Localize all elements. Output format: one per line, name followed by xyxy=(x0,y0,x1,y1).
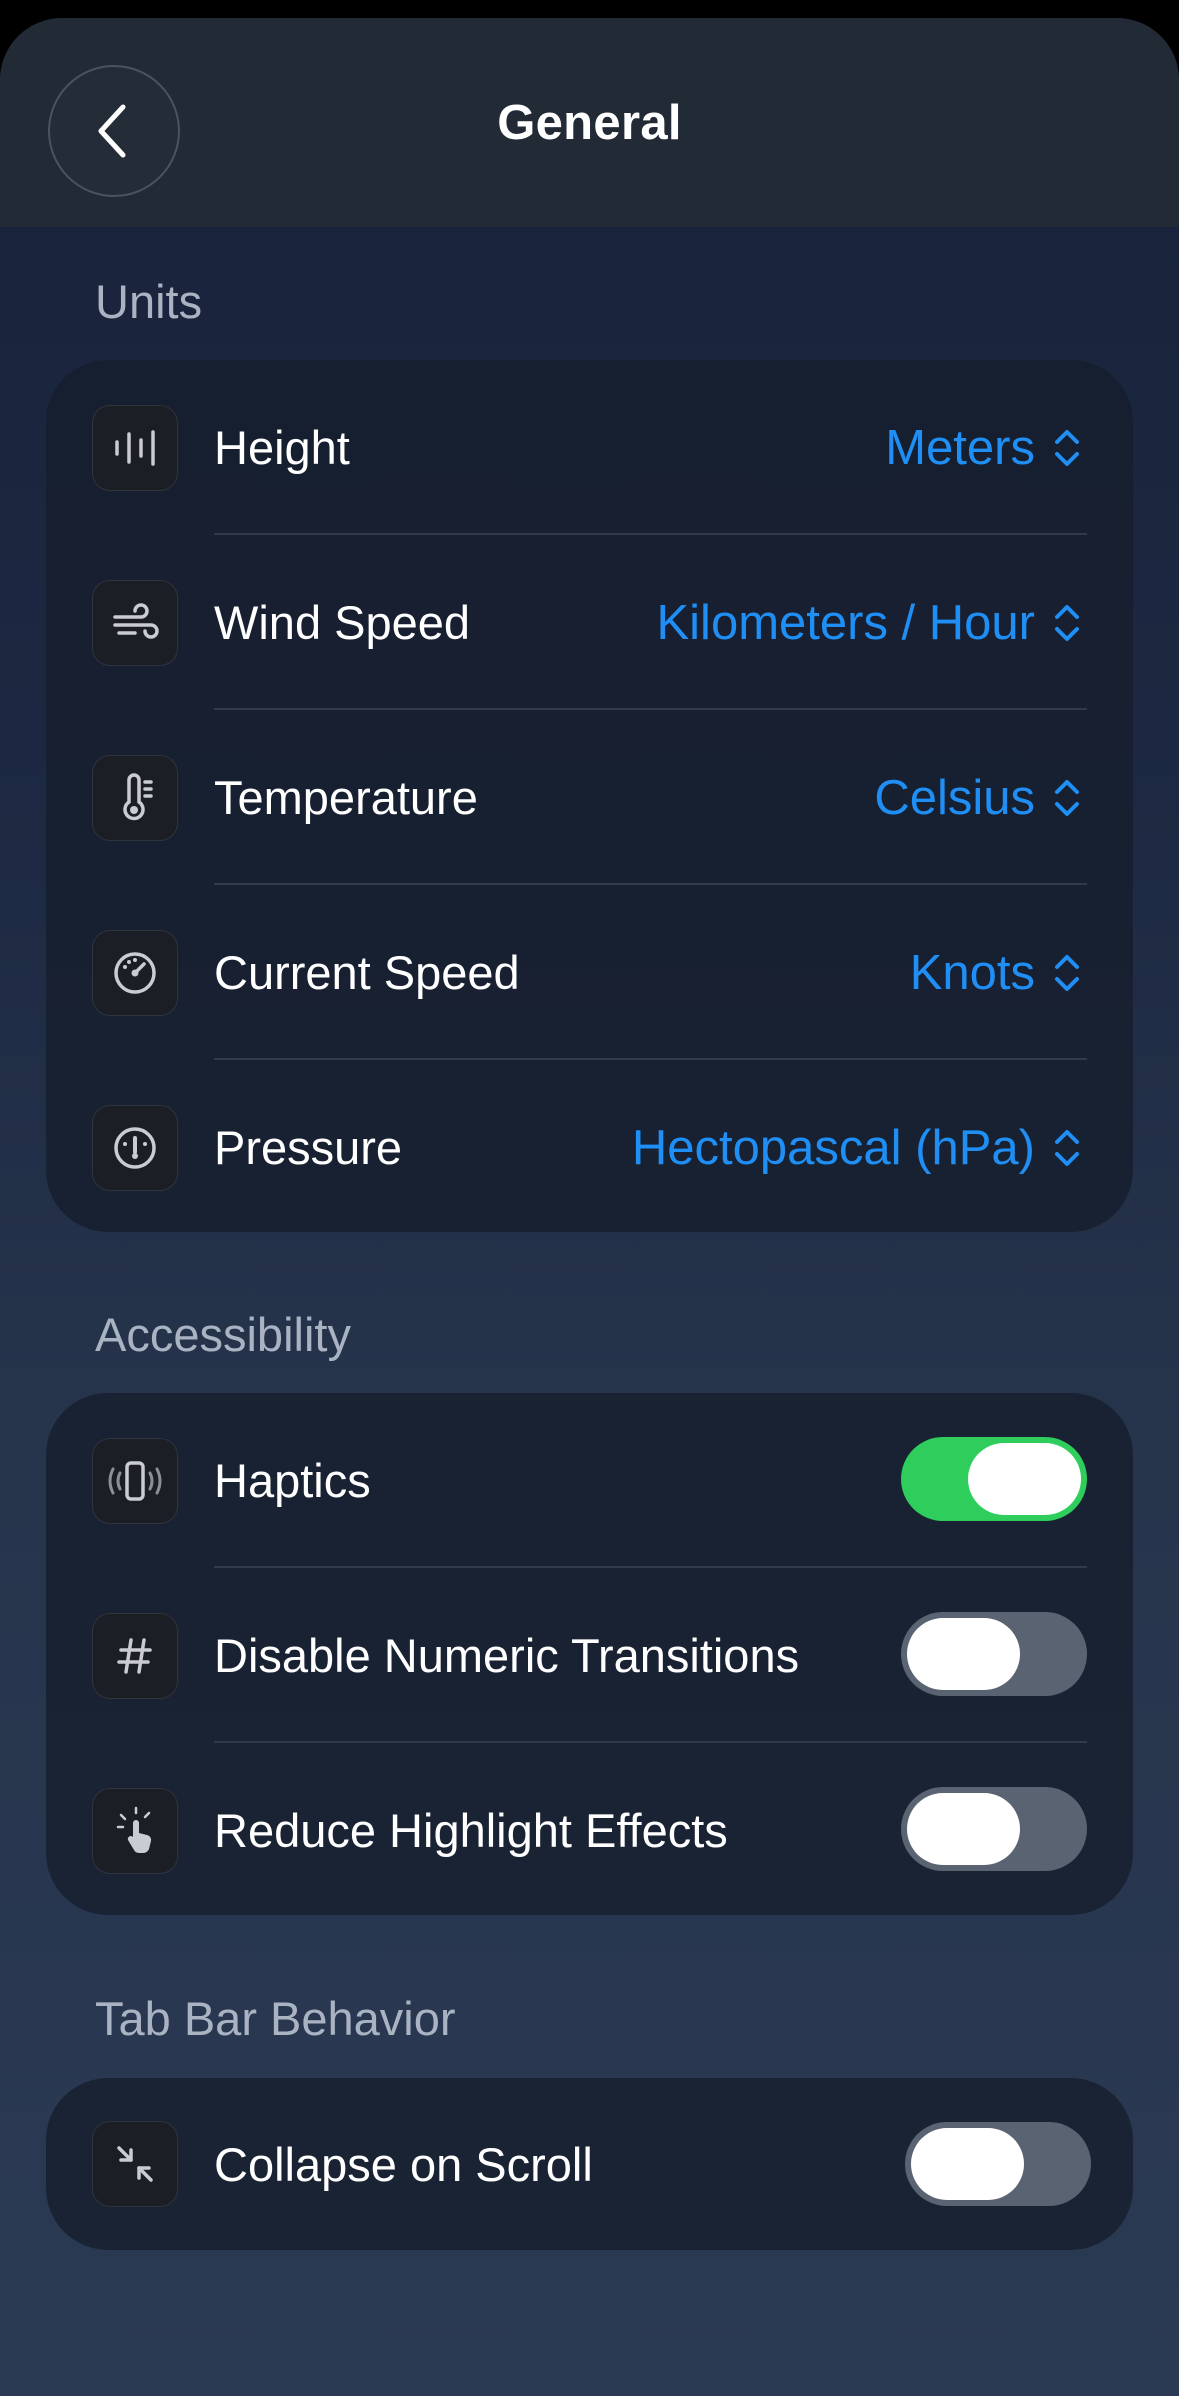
chevron-up-down-icon xyxy=(1051,1126,1083,1170)
disable-numeric-transitions-toggle[interactable] xyxy=(901,1612,1087,1696)
phone-vibrate-icon xyxy=(92,1438,178,1524)
thermometer-icon xyxy=(92,755,178,841)
picker-value: Knots xyxy=(909,945,1035,1000)
toggle-knob xyxy=(911,2128,1024,2200)
haptics-toggle[interactable] xyxy=(901,1437,1087,1521)
row-label: Wind Speed xyxy=(214,596,471,649)
unit-picker[interactable]: Knots xyxy=(910,885,1083,1060)
collapse-on-scroll-toggle[interactable] xyxy=(905,2122,1091,2206)
accessibility-card: Haptics Disable Numeric Transitions Redu… xyxy=(46,1393,1133,1915)
chevron-up-down-icon xyxy=(1051,951,1083,995)
section-header-tab-bar: Tab Bar Behavior xyxy=(95,1992,456,2045)
gauge-icon xyxy=(92,1105,178,1191)
chevron-up-down-icon xyxy=(1051,601,1083,645)
unit-picker[interactable]: Hectopascal (hPa) xyxy=(632,1060,1083,1235)
unit-row-height[interactable]: Height Meters xyxy=(46,360,1133,535)
row-label: Temperature xyxy=(214,771,478,824)
picker-value: Kilometers / Hour xyxy=(656,595,1035,650)
accessibility-row-haptics: Haptics xyxy=(46,1393,1133,1568)
row-label: Collapse on Scroll xyxy=(214,2137,593,2191)
tab-bar-card: Collapse on Scroll xyxy=(46,2078,1133,2250)
height-icon xyxy=(92,405,178,491)
chevron-left-icon xyxy=(98,104,126,158)
row-label: Pressure xyxy=(214,1121,403,1174)
section-header-units: Units xyxy=(95,275,203,328)
collapse-arrows-icon xyxy=(92,2121,178,2207)
picker-value: Hectopascal (hPa) xyxy=(631,1120,1035,1175)
reduce-highlight-effects-toggle[interactable] xyxy=(901,1787,1087,1871)
toggle-knob xyxy=(907,1618,1020,1690)
unit-row-pressure[interactable]: Pressure Hectopascal (hPa) xyxy=(46,1060,1133,1235)
accessibility-row-numeric-transitions: Disable Numeric Transitions xyxy=(46,1568,1133,1743)
picker-value: Meters xyxy=(885,420,1035,475)
unit-picker[interactable]: Meters xyxy=(885,360,1083,535)
back-button[interactable] xyxy=(48,65,180,197)
tab-bar-row-collapse: Collapse on Scroll xyxy=(46,2078,1133,2250)
chevron-up-down-icon xyxy=(1051,426,1083,470)
units-card: Height Meters Wind Speed Kilometers / Ho… xyxy=(46,360,1133,1232)
unit-row-current-speed[interactable]: Current Speed Knots xyxy=(46,885,1133,1060)
picker-value: Celsius xyxy=(874,770,1035,825)
section-header-accessibility: Accessibility xyxy=(95,1308,351,1361)
unit-row-temperature[interactable]: Temperature Celsius xyxy=(46,710,1133,885)
hand-tap-icon xyxy=(92,1788,178,1874)
row-label: Height xyxy=(214,421,350,474)
unit-picker[interactable]: Celsius xyxy=(874,710,1083,885)
row-label: Haptics xyxy=(214,1454,371,1507)
settings-sheet: General Units Height Meters Wind Speed K… xyxy=(0,18,1179,2396)
toggle-knob xyxy=(968,1443,1081,1515)
row-label: Disable Numeric Transitions xyxy=(214,1629,800,1682)
speedometer-icon xyxy=(92,930,178,1016)
toggle-knob xyxy=(907,1793,1020,1865)
accessibility-row-highlight-effects: Reduce Highlight Effects xyxy=(46,1743,1133,1918)
row-label: Reduce Highlight Effects xyxy=(214,1804,728,1857)
unit-picker[interactable]: Kilometers / Hour xyxy=(656,535,1083,710)
navigation-bar: General xyxy=(0,18,1179,227)
row-label: Current Speed xyxy=(214,946,520,999)
hash-icon xyxy=(92,1613,178,1699)
unit-row-wind-speed[interactable]: Wind Speed Kilometers / Hour xyxy=(46,535,1133,710)
wind-icon xyxy=(92,580,178,666)
chevron-up-down-icon xyxy=(1051,776,1083,820)
